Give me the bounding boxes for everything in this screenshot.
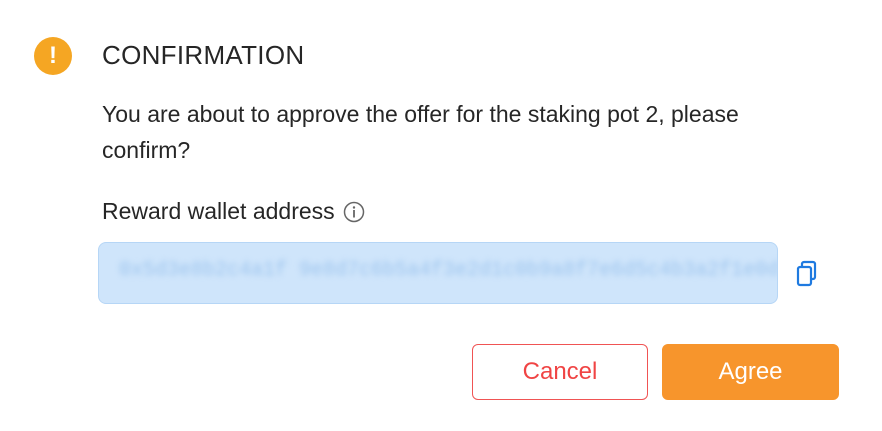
agree-button[interactable]: Agree <box>662 344 839 400</box>
warning-icon: ! <box>34 37 72 75</box>
reward-wallet-address-field[interactable]: 0x5d3e8b2c4a1f 9e8d7c6b5a4f3e2d1c0b9a8f7… <box>98 242 778 304</box>
copy-icon[interactable] <box>795 260 821 288</box>
info-icon[interactable] <box>343 201 365 223</box>
dialog-title: CONFIRMATION <box>102 40 305 70</box>
confirmation-dialog: ! CONFIRMATION You are about to approve … <box>0 0 882 431</box>
reward-wallet-address-value: 0x5d3e8b2c4a1f 9e8d7c6b5a4f3e2d1c0b9a8f7… <box>119 259 778 282</box>
dialog-message: You are about to approve the offer for t… <box>102 101 739 163</box>
reward-wallet-label: Reward wallet address <box>102 198 335 224</box>
cancel-button[interactable]: Cancel <box>472 344 648 400</box>
reward-wallet-label-row: Reward wallet address <box>102 198 365 225</box>
